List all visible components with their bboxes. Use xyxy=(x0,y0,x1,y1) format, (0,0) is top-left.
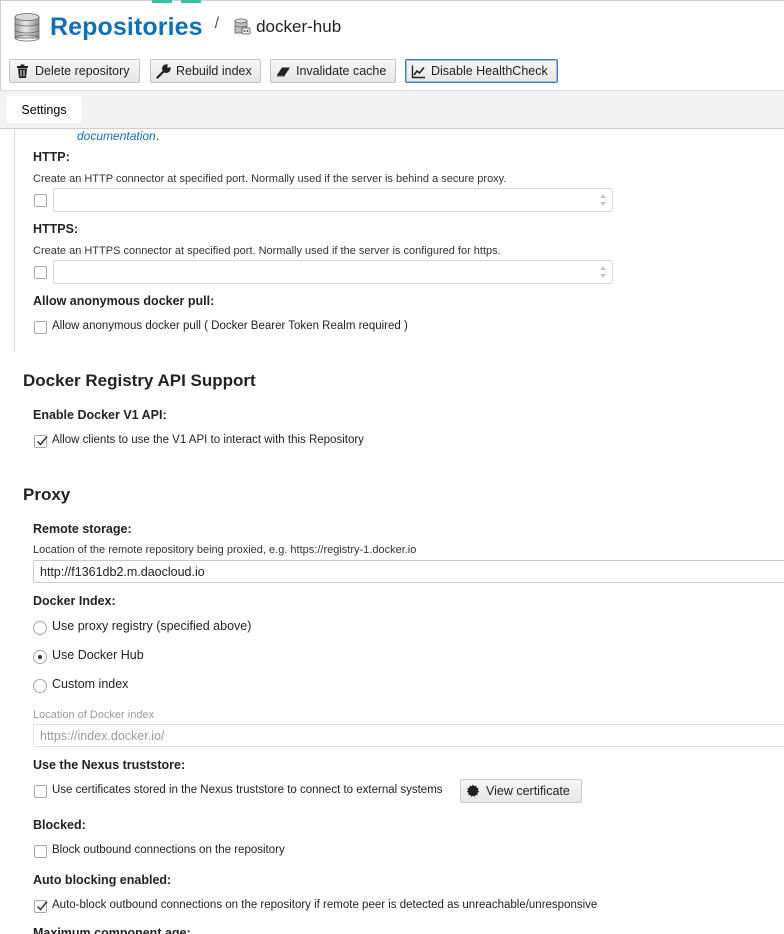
http-label: HTTP: xyxy=(33,150,70,164)
header-top-border xyxy=(0,0,784,1)
documentation-period: . xyxy=(155,129,160,143)
proxy-section-title: Proxy xyxy=(23,485,71,504)
disable-healthcheck-label: Disable HealthCheck xyxy=(431,64,548,78)
trash-icon xyxy=(17,64,28,78)
breadcrumb: Repositories / docker-hub xyxy=(12,10,341,44)
eraser-icon xyxy=(277,67,290,76)
checkmark-icon xyxy=(36,436,48,446)
checkmark-icon xyxy=(36,901,48,911)
breadcrumb-separator: / xyxy=(214,15,220,32)
toolbar: Delete repository Rebuild index Invalida… xyxy=(9,59,784,83)
remote-storage-input[interactable]: http://f1361db2.m.daocloud.io xyxy=(33,560,784,583)
https-label: HTTPS: xyxy=(33,222,79,236)
tab-settings[interactable]: Settings xyxy=(7,96,81,123)
auto-blocking-checkbox-label[interactable]: Auto-block outbound connections on the r… xyxy=(52,899,597,911)
maximum-component-age-label: Maximum component age: xyxy=(33,926,191,934)
truststore-label: Use the Nexus truststore: xyxy=(33,758,186,772)
group-divider xyxy=(14,129,15,352)
tab-bar: Settings xyxy=(0,90,784,129)
docker-index-location-label: Location of Docker index xyxy=(33,709,155,721)
documentation-link[interactable]: documentation. xyxy=(77,129,159,143)
blocked-checkbox[interactable] xyxy=(34,845,47,858)
radio-use-proxy-registry[interactable] xyxy=(33,621,47,635)
anonymous-pull-checkbox-label[interactable]: Allow anonymous docker pull ( Docker Bea… xyxy=(52,320,408,332)
truststore-checkbox[interactable] xyxy=(34,785,47,798)
truststore-checkbox-label[interactable]: Use certificates stored in the Nexus tru… xyxy=(52,784,443,796)
repository-icon xyxy=(234,18,251,35)
rebuild-index-label: Rebuild index xyxy=(176,64,252,78)
invalidate-cache-button[interactable]: Invalidate cache xyxy=(270,59,396,83)
auto-blocking-label: Auto blocking enabled: xyxy=(33,873,172,887)
repository-name: docker-hub xyxy=(256,17,342,36)
spinner-icon[interactable] xyxy=(599,264,607,280)
wrench-icon xyxy=(156,63,171,79)
http-help-text: Create an HTTP connector at specified po… xyxy=(33,173,507,185)
documentation-link-text[interactable]: documentation xyxy=(77,129,156,143)
radio-use-proxy-registry-label[interactable]: Use proxy registry (specified above) xyxy=(52,619,251,633)
view-certificate-label: View certificate xyxy=(486,784,570,798)
remote-storage-help-text: Location of the remote repository being … xyxy=(33,544,417,556)
docker-v1-checkbox-label[interactable]: Allow clients to use the V1 API to inter… xyxy=(52,434,364,446)
https-port-input[interactable] xyxy=(53,260,613,284)
http-port-input[interactable] xyxy=(53,188,613,212)
rebuild-index-button[interactable]: Rebuild index xyxy=(150,59,261,83)
chart-line-icon xyxy=(411,65,425,78)
blocked-checkbox-label[interactable]: Block outbound connections on the reposi… xyxy=(52,844,285,856)
accent-mark xyxy=(152,0,172,3)
settings-form: documentation. HTTP: Create an HTTP conn… xyxy=(0,129,784,934)
http-checkbox[interactable] xyxy=(34,194,47,207)
accent-mark xyxy=(181,0,201,3)
spinner-icon[interactable] xyxy=(599,192,607,208)
docker-v1-checkbox[interactable] xyxy=(34,435,48,448)
docker-index-label: Docker Index: xyxy=(33,594,116,608)
delete-repository-button[interactable]: Delete repository xyxy=(9,59,140,83)
delete-repository-label: Delete repository xyxy=(35,64,130,78)
radio-use-docker-hub[interactable] xyxy=(33,650,47,664)
radio-use-docker-hub-label[interactable]: Use Docker Hub xyxy=(52,648,144,662)
radio-custom-index-label[interactable]: Custom index xyxy=(52,677,128,691)
page-header: Repositories / docker-hub Delete reposit… xyxy=(0,0,784,129)
certificate-seal-icon xyxy=(466,784,480,797)
header-left-border xyxy=(0,0,1,90)
page-title[interactable]: Repositories xyxy=(50,13,203,42)
auto-blocking-checkbox[interactable] xyxy=(34,900,48,913)
docker-v1-label: Enable Docker V1 API: xyxy=(33,408,167,422)
invalidate-cache-label: Invalidate cache xyxy=(296,64,387,78)
https-checkbox[interactable] xyxy=(34,266,47,279)
docker-api-section-title: Docker Registry API Support xyxy=(23,371,256,390)
docker-index-location-input[interactable]: https://index.docker.io/ xyxy=(33,724,784,747)
radio-custom-index[interactable] xyxy=(33,679,47,693)
view-certificate-button[interactable]: View certificate xyxy=(460,779,582,803)
remote-storage-label: Remote storage: xyxy=(33,522,132,536)
https-help-text: Create an HTTPS connector at specified p… xyxy=(33,245,501,257)
disable-healthcheck-button[interactable]: Disable HealthCheck xyxy=(405,59,558,83)
anonymous-pull-checkbox[interactable] xyxy=(34,321,47,334)
blocked-label: Blocked: xyxy=(33,818,86,832)
database-icon xyxy=(14,13,40,42)
anonymous-pull-label: Allow anonymous docker pull: xyxy=(33,294,215,308)
